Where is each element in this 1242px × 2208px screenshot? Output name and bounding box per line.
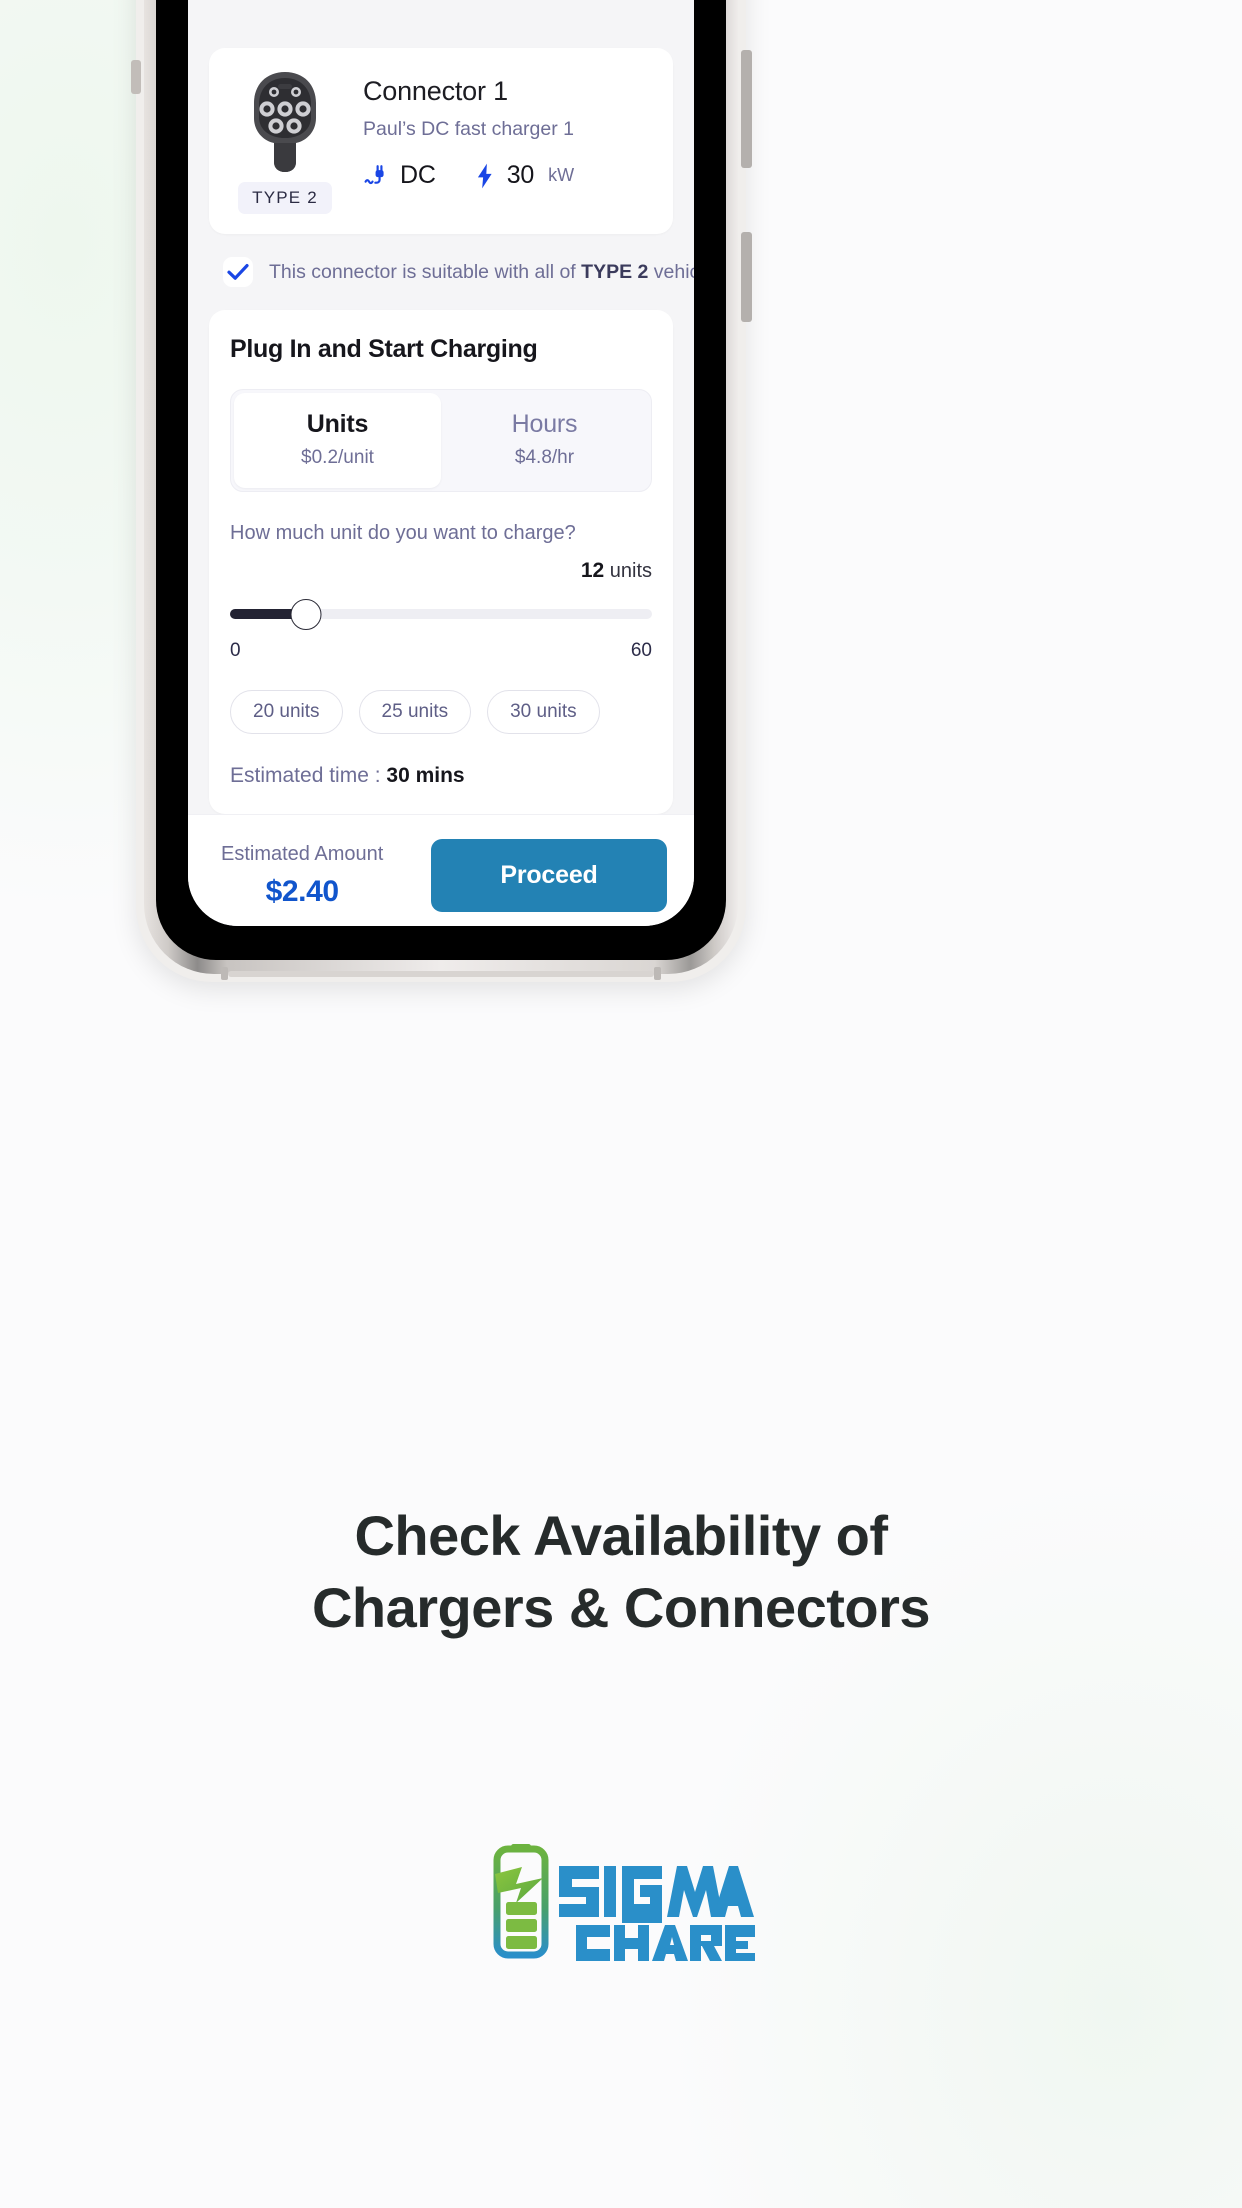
- proceed-button[interactable]: Proceed: [431, 839, 667, 912]
- connector-specs: DC 30 kW: [363, 161, 653, 190]
- phone-volume-button[interactable]: [741, 50, 752, 168]
- phone-chin-cap-left: [221, 967, 228, 980]
- slider-value-unit: units: [609, 560, 652, 582]
- phone-screen: TYPE 2 Connector 1 Paul’s DC fast charge…: [188, 0, 694, 926]
- slider-question: How much unit do you want to charge?: [230, 522, 576, 544]
- quick-option-30[interactable]: 30 units: [487, 690, 600, 734]
- page-headline: Check Availability of Chargers & Connect…: [0, 1500, 1242, 1643]
- logo-text-sigma: [559, 1866, 754, 1923]
- tab-hours-price: $4.8/hr: [514, 447, 575, 468]
- quick-unit-options: 20 units 25 units 30 units: [230, 690, 652, 734]
- battery-charge-logo-icon: [493, 1844, 755, 1961]
- slider-value-display: 12 units: [230, 559, 652, 583]
- spec-power-unit: kW: [548, 165, 575, 185]
- charging-card: Plug In and Start Charging Units $0.2/un…: [209, 310, 673, 814]
- tab-units-price: $0.2/unit: [301, 447, 374, 468]
- spec-current-type: DC: [363, 161, 436, 190]
- ev-plug-icon: [363, 163, 389, 189]
- phone-bezel: TYPE 2 Connector 1 Paul’s DC fast charge…: [156, 0, 726, 960]
- phone-chin-cap-right: [654, 967, 661, 980]
- slider-thumb[interactable]: [290, 599, 322, 630]
- estimated-amount: Estimated Amount $2.40: [215, 843, 383, 909]
- estimated-amount-value: $2.40: [265, 874, 339, 908]
- headline-line-1: Check Availability of: [354, 1504, 888, 1567]
- phone-chin-line: [228, 971, 654, 977]
- spec-power: 30 kW: [474, 161, 574, 190]
- bolt-icon: [474, 163, 496, 189]
- quick-option-25[interactable]: 25 units: [358, 690, 472, 734]
- tab-hours-label: Hours: [511, 410, 578, 438]
- connector-subtitle: Paul’s DC fast charger 1: [363, 118, 574, 140]
- suitability-note: This connector is suitable with all of T…: [209, 234, 694, 310]
- units-slider[interactable]: [230, 597, 652, 631]
- tab-hours[interactable]: Hours $4.8/hr: [441, 393, 648, 488]
- type2-connector-image: [254, 72, 316, 172]
- pricing-mode-tabs: Units $0.2/unit Hours $4.8/hr: [230, 389, 652, 492]
- connector-type-badge: TYPE 2: [238, 182, 332, 214]
- connector-visual: TYPE 2: [229, 70, 341, 214]
- spec-current-type-value: DC: [400, 161, 436, 189]
- connector-card[interactable]: TYPE 2 Connector 1 Paul’s DC fast charge…: [209, 48, 673, 234]
- estimated-amount-label: Estimated Amount: [221, 842, 384, 865]
- headline-line-2: Chargers & Connectors: [311, 1575, 931, 1639]
- slider-min-label: 0: [230, 640, 241, 661]
- tab-units-label: Units: [306, 410, 369, 438]
- suitability-prefix: This connector is suitable with all of: [269, 260, 582, 283]
- app-screen: TYPE 2 Connector 1 Paul’s DC fast charge…: [188, 0, 694, 926]
- logo-text-charge: [576, 1925, 755, 1961]
- check-icon: [223, 257, 253, 287]
- connector-title: Connector 1: [363, 76, 508, 106]
- slider-max-label: 60: [630, 640, 652, 661]
- suitability-text: This connector is suitable with all of T…: [269, 261, 694, 284]
- phone-power-button[interactable]: [741, 232, 752, 322]
- phone-silent-switch[interactable]: [131, 60, 141, 94]
- estimated-time: Estimated time : 30 mins: [230, 764, 652, 788]
- tab-units[interactable]: Units $0.2/unit: [234, 393, 441, 488]
- spec-power-value: 30: [506, 161, 535, 189]
- estimated-time-label: Estimated time :: [230, 764, 387, 787]
- slider-value-number: 12: [580, 559, 605, 582]
- charging-section-title: Plug In and Start Charging: [230, 335, 538, 363]
- quick-option-20[interactable]: 20 units: [230, 690, 343, 734]
- slider-range-labels: 0 60: [230, 640, 652, 662]
- phone-mockup: TYPE 2 Connector 1 Paul’s DC fast charge…: [131, 0, 752, 982]
- suitability-suffix: vehicles: [653, 260, 694, 283]
- estimated-time-value: 30 mins: [386, 764, 465, 787]
- suitability-highlight: TYPE 2: [581, 260, 649, 283]
- brand-logo: [0, 1830, 1242, 1965]
- bottom-action-bar: Estimated Amount $2.40 Proceed: [188, 814, 694, 926]
- connector-info: Connector 1 Paul’s DC fast charger 1 DC …: [363, 70, 653, 190]
